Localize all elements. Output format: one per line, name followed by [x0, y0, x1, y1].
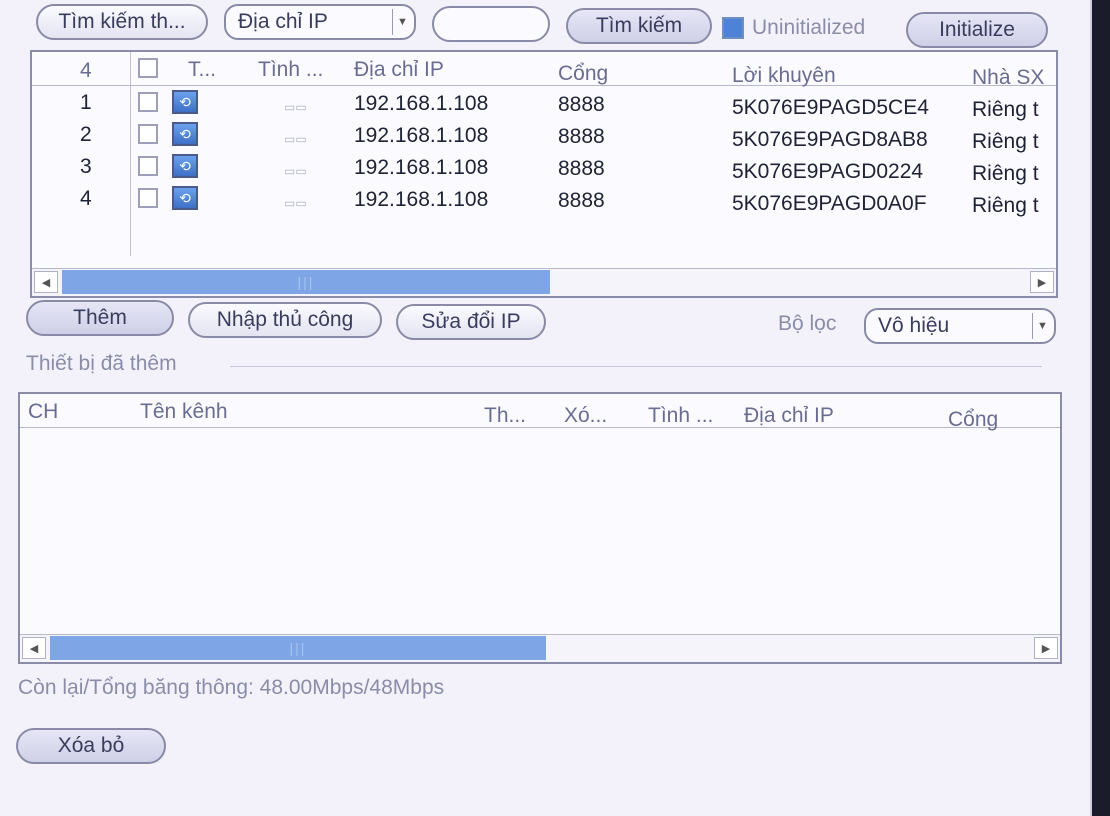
scroll-left-icon[interactable]: ◀	[22, 637, 46, 659]
serial-number: 5K076E9PAGD5CE4	[732, 96, 929, 119]
row-checkbox[interactable]	[138, 188, 158, 208]
port: 8888	[558, 157, 605, 180]
column-status[interactable]: Tình ...	[258, 58, 323, 82]
scrollbar-thumb[interactable]: |||	[62, 270, 550, 294]
row-checkbox[interactable]	[138, 156, 158, 176]
select-all-checkbox[interactable]	[138, 58, 158, 78]
column-channel-name[interactable]: Tên kênh	[140, 400, 228, 424]
filter-value: Vô hiệu	[878, 314, 950, 337]
serial-number: 5K076E9PAGD0A0F	[732, 192, 927, 215]
address-type-select[interactable]: Địa chỉ IP ▼	[224, 4, 416, 40]
port: 8888	[558, 93, 605, 116]
ip-address: 192.168.1.108	[354, 92, 489, 115]
vendor: Riêng t	[972, 194, 1039, 217]
vendor: Riêng t	[972, 162, 1039, 185]
add-button[interactable]: Thêm	[26, 300, 174, 336]
row-index: 3	[80, 155, 92, 178]
column-status[interactable]: Tình ...	[648, 404, 713, 428]
added-devices-table: CH Tên kênh Th... Xó... Tình ... Địa chỉ…	[18, 392, 1062, 664]
column-port[interactable]: Cổng	[948, 408, 998, 432]
table-row[interactable]: 1 ⟲ ▭▭ 192.168.1.108 8888 5K076E9PAGD5CE…	[32, 90, 1056, 122]
search-button[interactable]: Tìm kiếm	[566, 8, 712, 44]
search-field[interactable]	[432, 6, 550, 42]
status-icon: ▭▭	[284, 132, 307, 146]
chevron-down-icon[interactable]: ▼	[1032, 313, 1052, 339]
vendor: Riêng t	[972, 98, 1039, 121]
column-ip-address[interactable]: Địa chỉ IP	[354, 58, 444, 82]
vendor: Riêng t	[972, 130, 1039, 153]
row-index: 2	[80, 123, 92, 146]
section-divider	[230, 366, 1042, 367]
port: 8888	[558, 189, 605, 212]
status-icon: ▭▭	[284, 164, 307, 178]
scroll-left-icon[interactable]: ◀	[34, 271, 58, 293]
column-th[interactable]: Th...	[484, 404, 526, 428]
ip-address: 192.168.1.108	[354, 188, 489, 211]
uninitialized-label: Uninitialized	[752, 16, 866, 39]
column-type[interactable]: T...	[188, 58, 216, 82]
row-checkbox[interactable]	[138, 124, 158, 144]
filter-label: Bộ lọc	[778, 312, 837, 335]
ip-address: 192.168.1.108	[354, 156, 489, 179]
added-devices-title: Thiết bị đã thêm	[26, 352, 177, 375]
serial-number: 5K076E9PAGD8AB8	[732, 128, 928, 151]
modify-ip-button[interactable]: Sửa đổi IP	[396, 304, 546, 340]
column-delete[interactable]: Xó...	[564, 404, 607, 428]
remote-device-panel: Tìm kiếm th... Địa chỉ IP ▼ Tìm kiếm Uni…	[0, 0, 1092, 816]
column-vendor[interactable]: Nhà SX	[972, 66, 1044, 90]
initialize-button[interactable]: Initialize	[906, 12, 1048, 48]
scrollbar-thumb[interactable]: |||	[50, 636, 546, 660]
filter-select[interactable]: Vô hiệu ▼	[864, 308, 1056, 344]
device-count: 4	[80, 59, 92, 82]
horizontal-scrollbar[interactable]: ◀ ||| ▶	[32, 268, 1056, 296]
delete-button[interactable]: Xóa bỏ	[16, 728, 166, 764]
ip-address: 192.168.1.108	[354, 124, 489, 147]
device-type-icon: ⟲	[172, 186, 198, 210]
scroll-right-icon[interactable]: ▶	[1034, 637, 1058, 659]
port: 8888	[558, 125, 605, 148]
device-search-table: 4 T... Tình ... Địa chỉ IP Cổng Lời khuy…	[30, 50, 1058, 298]
device-type-icon: ⟲	[172, 122, 198, 146]
device-type-icon: ⟲	[172, 154, 198, 178]
column-ip-address[interactable]: Địa chỉ IP	[744, 404, 834, 428]
row-index: 1	[80, 91, 92, 114]
horizontal-scrollbar[interactable]: ◀ ||| ▶	[20, 634, 1060, 662]
scroll-right-icon[interactable]: ▶	[1030, 271, 1054, 293]
status-icon: ▭▭	[284, 196, 307, 210]
manual-add-button[interactable]: Nhập thủ công	[188, 302, 382, 338]
device-table-header: 4 T... Tình ... Địa chỉ IP Cổng Lời khuy…	[32, 52, 1056, 89]
table-row[interactable]: 4 ⟲ ▭▭ 192.168.1.108 8888 5K076E9PAGD0A0…	[32, 186, 1056, 218]
bandwidth-status: Còn lại/Tổng băng thông: 48.00Mbps/48Mbp…	[18, 676, 445, 699]
address-type-value: Địa chỉ IP	[238, 10, 328, 33]
column-serial[interactable]: Lời khuyên	[732, 64, 836, 88]
column-channel[interactable]: CH	[28, 400, 58, 424]
serial-number: 5K076E9PAGD0224	[732, 160, 924, 183]
uninitialized-checkbox[interactable]	[722, 17, 744, 39]
added-table-header: CH Tên kênh Th... Xó... Tình ... Địa chỉ…	[20, 394, 1060, 431]
status-icon: ▭▭	[284, 100, 307, 114]
search-type-button[interactable]: Tìm kiếm th...	[36, 4, 208, 40]
table-row[interactable]: 2 ⟲ ▭▭ 192.168.1.108 8888 5K076E9PAGD8AB…	[32, 122, 1056, 154]
column-port[interactable]: Cổng	[558, 62, 608, 86]
row-checkbox[interactable]	[138, 92, 158, 112]
row-index: 4	[80, 187, 92, 210]
table-row[interactable]: 3 ⟲ ▭▭ 192.168.1.108 8888 5K076E9PAGD022…	[32, 154, 1056, 186]
device-type-icon: ⟲	[172, 90, 198, 114]
chevron-down-icon[interactable]: ▼	[392, 9, 412, 35]
